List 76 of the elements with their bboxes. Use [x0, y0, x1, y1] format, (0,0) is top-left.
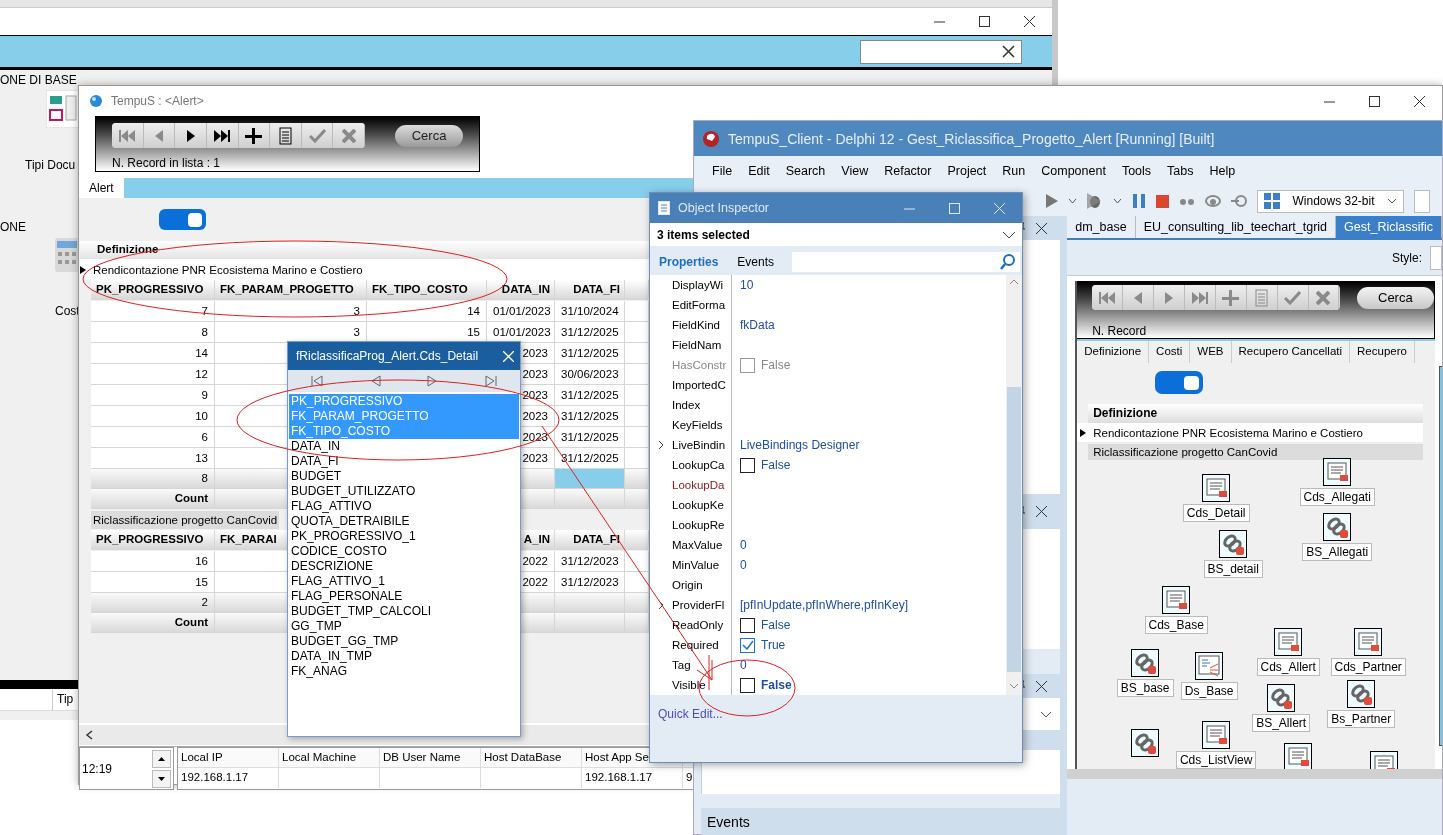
property-name: MaxValue — [672, 539, 723, 551]
table-cell: 15 — [367, 322, 487, 343]
property-name: EditForma — [672, 299, 726, 311]
property-name: ImportedC — [672, 379, 726, 391]
panel-title: Events — [701, 808, 1061, 835]
column-header: DB User Name — [380, 748, 481, 768]
time-value: 12:19 — [81, 761, 113, 776]
style-label: Style: — [1392, 250, 1422, 265]
table-cell: 6 — [91, 427, 215, 448]
property-name: FieldNam — [672, 339, 722, 351]
property-value: False — [761, 678, 792, 692]
record-count: N. Record in lista : 1 — [112, 156, 221, 170]
property-name: KeyFields — [672, 419, 723, 431]
property-name: LookupRe — [672, 519, 725, 531]
property-name: LiveBindin — [672, 439, 726, 451]
table-cell: 31/10/2024 — [555, 301, 625, 322]
column-header: Tip — [52, 689, 74, 711]
property-name: HasConstr — [672, 359, 727, 371]
record-count: N. Record — [1092, 324, 1147, 338]
group-header: Definizione — [1088, 404, 1424, 423]
property-name: LookupKe — [672, 499, 724, 511]
property-name: DisplayWi — [672, 279, 724, 291]
table-cell: 3 — [215, 322, 367, 343]
property-name: ProviderFl — [672, 599, 725, 611]
table-cell: 3 — [215, 301, 367, 322]
table-cell: 16 — [91, 551, 215, 572]
table-cell: 31/12/2025 — [555, 406, 625, 427]
column-header: Local Machine — [279, 748, 380, 768]
table-cell: 31/12/2023 — [555, 572, 625, 593]
property-name: Required — [672, 639, 719, 651]
summary-label: Count — [91, 613, 215, 633]
table-cell: 192.168.1.17 — [178, 768, 279, 788]
table-cell: 30/06/2023 — [555, 364, 625, 385]
table-cell: 14 — [91, 343, 215, 364]
table-cell: 15 — [91, 572, 215, 593]
table-cell: 13 — [91, 448, 215, 469]
property-name: Index — [672, 399, 701, 411]
summary-cell: 2 — [91, 593, 215, 613]
property-name: Origin — [672, 579, 703, 591]
property-value: True — [761, 638, 786, 652]
table-cell: 31/12/2025 — [555, 322, 625, 343]
window-title: TempuS_Client - Delphi 12 - Gest_Riclassifica_Progetto_Alert [Running] [Built] — [728, 130, 1215, 147]
table-cell: 31/12/2025 — [555, 448, 625, 469]
section-label: ONE — [0, 220, 26, 234]
module-label: Cost — [55, 304, 80, 318]
table-cell: 31/12/2025 — [555, 343, 625, 364]
property-name: LookupDa — [672, 479, 725, 491]
property-value: False — [761, 458, 791, 472]
section-label: ONE DI BASE — [0, 73, 77, 87]
dialog-title: fRiclassificaProg_Alert.Cds_Detail — [296, 349, 479, 363]
table-cell: 31/12/2023 — [555, 551, 625, 572]
property-value: False — [761, 618, 791, 632]
column-header: Host DataBase — [481, 748, 582, 768]
group-header: Definizione — [80, 241, 650, 259]
table-cell: 8 — [91, 322, 215, 343]
table-cell: 31/12/2025 — [555, 385, 625, 406]
property-name: LookupCa — [672, 459, 725, 471]
table-cell: 31/12/2025 — [555, 427, 625, 448]
property-name: Tag — [672, 659, 691, 671]
property-name: MinValue — [672, 559, 720, 571]
table-cell: 14 — [367, 301, 487, 322]
table-cell: 192.168.1.17 — [582, 768, 683, 788]
window-title: TempuS : <Alert> — [111, 94, 205, 108]
property-name: Visible — [672, 679, 706, 691]
table-cell: 01/01/2023 — [487, 301, 555, 322]
table-cell: 9 — [91, 385, 215, 406]
module-label: Tipi Docu — [25, 158, 76, 172]
column-header: Local IP — [178, 748, 279, 768]
table-cell: 10 — [91, 406, 215, 427]
summary-label: Count — [91, 489, 215, 509]
property-value: False — [761, 358, 791, 372]
table-cell: 01/01/2023 — [487, 322, 555, 343]
summary-cell: 8 — [91, 469, 215, 489]
property-name: FieldKind — [672, 319, 720, 331]
table-cell: 12 — [91, 364, 215, 385]
window-title: Object Inspector — [678, 201, 770, 215]
